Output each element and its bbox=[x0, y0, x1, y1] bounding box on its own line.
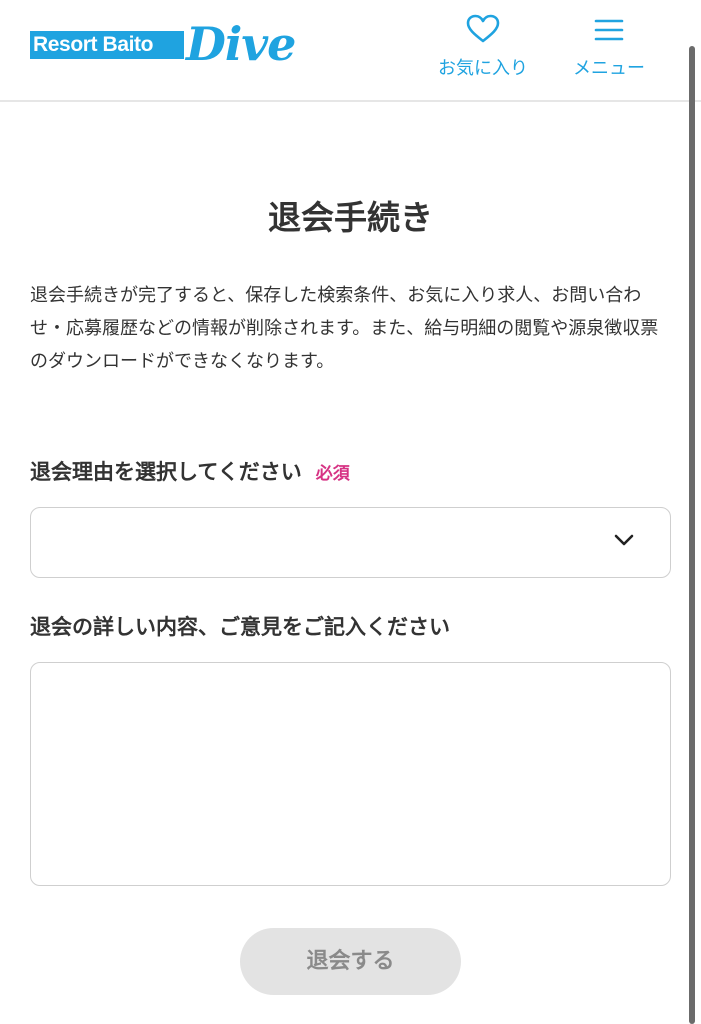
reason-label-text: 退会理由を選択してください bbox=[30, 460, 302, 484]
logo-wordmark: Resort Baito bbox=[30, 31, 184, 59]
favorites-button[interactable]: お気に入り bbox=[428, 14, 538, 80]
menu-button[interactable]: メニュー bbox=[562, 14, 656, 80]
withdraw-button[interactable]: 退会する bbox=[240, 928, 461, 995]
detail-textarea[interactable] bbox=[30, 662, 671, 886]
page-title: 退会手続き bbox=[268, 198, 433, 237]
withdrawal-notice: 退会手続きが完了すると、保存した検索条件、お気に入り求人、お問い合わせ・応募履歴… bbox=[30, 285, 659, 372]
menu-label: メニュー bbox=[573, 58, 645, 79]
heart-icon bbox=[466, 14, 500, 43]
chevron-down-icon bbox=[614, 534, 634, 546]
detail-field-label: 退会の詳しい内容、ご意見をご記入ください bbox=[30, 615, 450, 639]
page-scrollbar[interactable] bbox=[689, 46, 695, 1024]
site-logo[interactable]: Resort Baito Dive bbox=[30, 18, 300, 76]
reason-field-label: 退会理由を選択してください 必須 bbox=[30, 457, 350, 489]
reason-select[interactable] bbox=[30, 507, 671, 578]
site-header: Resort Baito Dive お気に入り メニュー bbox=[0, 0, 701, 102]
favorites-label: お気に入り bbox=[438, 58, 528, 79]
required-badge: 必須 bbox=[315, 464, 350, 484]
logo-script: Dive bbox=[186, 17, 296, 71]
hamburger-icon bbox=[594, 19, 624, 41]
